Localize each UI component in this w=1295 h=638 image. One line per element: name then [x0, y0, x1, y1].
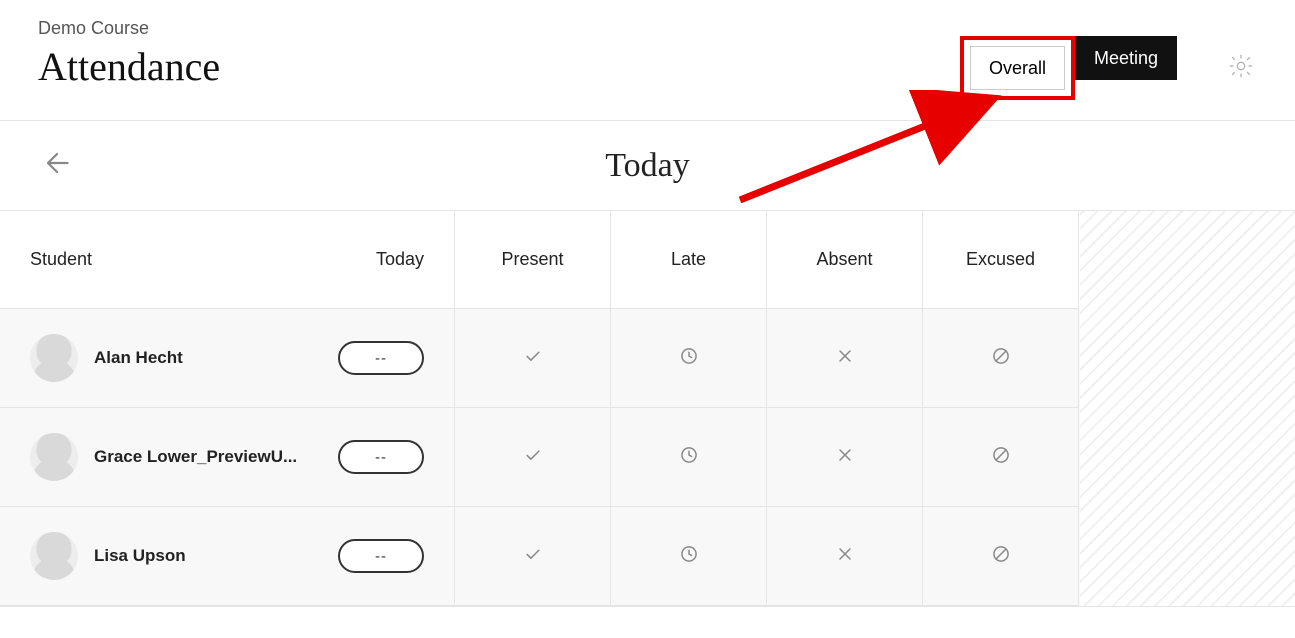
back-button[interactable]	[38, 144, 82, 188]
mark-absent-button[interactable]	[767, 408, 923, 507]
student-name: Lisa Upson	[94, 546, 186, 566]
excused-icon	[991, 346, 1011, 371]
x-icon	[835, 346, 855, 371]
mark-absent-button[interactable]	[767, 309, 923, 408]
empty-columns-area	[1080, 211, 1295, 606]
table-row: Alan Hecht --	[0, 309, 1080, 408]
avatar	[30, 532, 78, 580]
col-header-present: Present	[455, 211, 611, 309]
check-icon	[523, 445, 543, 470]
col-header-absent: Absent	[767, 211, 923, 309]
view-toggle: Overall Meeting	[960, 36, 1177, 100]
table-header-row: Student Today Present Late Absent Excuse…	[0, 211, 1080, 309]
gear-icon	[1227, 52, 1255, 85]
x-icon	[835, 445, 855, 470]
course-name: Demo Course	[38, 18, 220, 39]
page-title: Attendance	[38, 43, 220, 90]
student-cell[interactable]: Alan Hecht --	[0, 309, 455, 408]
col-header-late-label: Late	[671, 249, 706, 270]
clock-icon	[679, 445, 699, 470]
mark-late-button[interactable]	[611, 309, 767, 408]
mark-excused-button[interactable]	[923, 507, 1079, 606]
page-header: Demo Course Attendance Overall Meeting	[0, 0, 1295, 120]
col-header-absent-label: Absent	[816, 249, 872, 270]
student-info: Grace Lower_PreviewU...	[30, 433, 297, 481]
mark-late-button[interactable]	[611, 507, 767, 606]
mark-present-button[interactable]	[455, 309, 611, 408]
student-cell[interactable]: Grace Lower_PreviewU... --	[0, 408, 455, 507]
today-status-pill[interactable]: --	[338, 341, 424, 375]
col-header-today-label: Today	[376, 249, 424, 270]
arrow-left-icon	[42, 145, 78, 186]
highlight-overall: Overall	[960, 36, 1075, 100]
mark-present-button[interactable]	[455, 408, 611, 507]
table-row: Lisa Upson --	[0, 507, 1080, 606]
col-header-student-label: Student	[30, 249, 92, 270]
student-name: Grace Lower_PreviewU...	[94, 447, 297, 467]
col-header-late: Late	[611, 211, 767, 309]
col-header-student: Student Today	[0, 211, 455, 309]
table-grid: Student Today Present Late Absent Excuse…	[0, 211, 1080, 606]
mark-excused-button[interactable]	[923, 408, 1079, 507]
student-cell[interactable]: Lisa Upson --	[0, 507, 455, 606]
today-status-pill[interactable]: --	[338, 440, 424, 474]
today-bar: Today	[0, 121, 1295, 211]
clock-icon	[679, 544, 699, 569]
header-left: Demo Course Attendance	[38, 18, 220, 90]
settings-button[interactable]	[1225, 52, 1257, 84]
check-icon	[523, 346, 543, 371]
student-name: Alan Hecht	[94, 348, 183, 368]
check-icon	[523, 544, 543, 569]
header-right: Overall Meeting	[960, 18, 1257, 100]
mark-present-button[interactable]	[455, 507, 611, 606]
col-header-excused-label: Excused	[966, 249, 1035, 270]
table-row: Grace Lower_PreviewU... --	[0, 408, 1080, 507]
overall-tab-button[interactable]: Overall	[970, 46, 1065, 90]
student-info: Alan Hecht	[30, 334, 183, 382]
x-icon	[835, 544, 855, 569]
avatar	[30, 334, 78, 382]
mark-late-button[interactable]	[611, 408, 767, 507]
avatar	[30, 433, 78, 481]
today-title: Today	[605, 147, 690, 185]
mark-absent-button[interactable]	[767, 507, 923, 606]
col-header-present-label: Present	[501, 249, 563, 270]
student-info: Lisa Upson	[30, 532, 186, 580]
meeting-tab-button[interactable]: Meeting	[1075, 36, 1177, 80]
today-status-pill[interactable]: --	[338, 539, 424, 573]
attendance-table: Student Today Present Late Absent Excuse…	[0, 211, 1295, 607]
clock-icon	[679, 346, 699, 371]
mark-excused-button[interactable]	[923, 309, 1079, 408]
excused-icon	[991, 544, 1011, 569]
col-header-excused: Excused	[923, 211, 1079, 309]
excused-icon	[991, 445, 1011, 470]
